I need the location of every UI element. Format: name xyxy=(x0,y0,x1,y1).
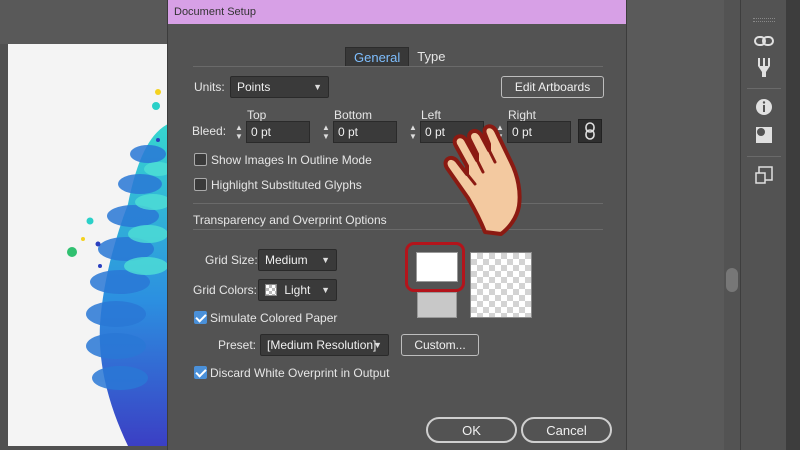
highlight-ring xyxy=(405,242,465,292)
section-divider xyxy=(193,229,603,230)
canvas-right-area xyxy=(627,0,739,450)
info-icon[interactable] xyxy=(751,94,777,120)
bleed-top-input[interactable]: 0 pt xyxy=(246,121,310,143)
panel-dock xyxy=(740,0,786,450)
bleed-bottom-label: Bottom xyxy=(334,108,373,122)
document-setup-dialog: Document Setup General Type Units: Point… xyxy=(167,0,627,450)
tab-divider xyxy=(193,66,603,67)
puppet-warp-icon[interactable] xyxy=(751,54,777,80)
custom-button[interactable]: Custom... xyxy=(401,334,479,356)
panel-edge xyxy=(786,0,800,450)
bleed-left-stepper[interactable]: ▲ ▼ xyxy=(406,121,420,143)
show-images-outline-checkbox[interactable] xyxy=(194,153,207,166)
artboard-icon[interactable] xyxy=(751,162,777,188)
preset-select[interactable]: [Medium Resolution] ▼ xyxy=(260,334,389,356)
chevron-down-icon: ▼ xyxy=(321,255,330,265)
units-value: Points xyxy=(237,80,271,94)
simulate-paper-checkbox[interactable] xyxy=(194,311,207,324)
grid-size-label: Grid Size: xyxy=(205,253,258,267)
panel-divider xyxy=(747,88,781,89)
grid-colors-select[interactable]: Light ▼ xyxy=(258,279,337,301)
pointing-hand-icon xyxy=(443,124,522,236)
simulate-paper-label: Simulate Colored Paper xyxy=(210,311,338,325)
cancel-button[interactable]: Cancel xyxy=(521,417,612,443)
grid-color-swatch xyxy=(265,284,277,296)
chevron-down-icon: ▼ xyxy=(321,285,330,295)
grid-colors-label: Grid Colors: xyxy=(193,283,258,297)
transparency-section-title: Transparency and Overprint Options xyxy=(193,213,387,227)
tab-bar: General Type xyxy=(345,47,453,67)
grid-size-value: Medium xyxy=(265,253,308,267)
chevron-down-icon: ▼ xyxy=(373,340,382,350)
grid-color-gray-swatch[interactable] xyxy=(417,292,457,318)
units-label: Units: xyxy=(194,80,225,94)
bleed-bottom-input[interactable]: 0 pt xyxy=(333,121,397,143)
bleed-top-label: Top xyxy=(247,108,267,122)
bleed-bottom-stepper[interactable]: ▲ ▼ xyxy=(319,121,333,143)
show-images-outline-label: Show Images In Outline Mode xyxy=(211,153,372,167)
dialog-title[interactable]: Document Setup xyxy=(168,0,626,24)
canvas-top-area xyxy=(0,0,168,44)
units-select[interactable]: Points ▼ xyxy=(230,76,329,98)
preset-label: Preset: xyxy=(218,338,257,352)
discard-white-label: Discard White Overprint in Output xyxy=(210,366,390,380)
highlight-glyphs-label: Highlight Substituted Glyphs xyxy=(211,178,362,192)
section-divider xyxy=(193,203,603,204)
panel-divider xyxy=(747,156,781,157)
tab-type[interactable]: Type xyxy=(409,47,453,67)
panel-grip[interactable] xyxy=(753,18,775,22)
tab-general[interactable]: General xyxy=(345,47,410,67)
chevron-down-icon: ▼ xyxy=(313,82,322,92)
highlight-glyphs-checkbox[interactable] xyxy=(194,178,207,191)
bleed-link-button[interactable] xyxy=(578,119,602,143)
bleed-top-stepper[interactable]: ▲ ▼ xyxy=(232,121,246,143)
grid-size-select[interactable]: Medium ▼ xyxy=(258,249,337,271)
artboard xyxy=(8,44,168,446)
chain-link-icon xyxy=(585,122,595,140)
vertical-scrollbar[interactable] xyxy=(724,0,740,450)
preset-value: [Medium Resolution] xyxy=(267,338,377,352)
grid-colors-value: Light xyxy=(284,283,311,297)
scrollbar-thumb[interactable] xyxy=(726,268,738,292)
feather-illustration xyxy=(67,89,168,446)
transparency-grid-preview xyxy=(470,252,532,318)
links-icon[interactable] xyxy=(751,28,777,54)
ok-button[interactable]: OK xyxy=(426,417,517,443)
shape-builder-icon[interactable] xyxy=(751,122,777,148)
discard-white-checkbox[interactable] xyxy=(194,366,207,379)
edit-artboards-button[interactable]: Edit Artboards xyxy=(501,76,604,98)
bleed-label: Bleed: xyxy=(192,124,227,138)
